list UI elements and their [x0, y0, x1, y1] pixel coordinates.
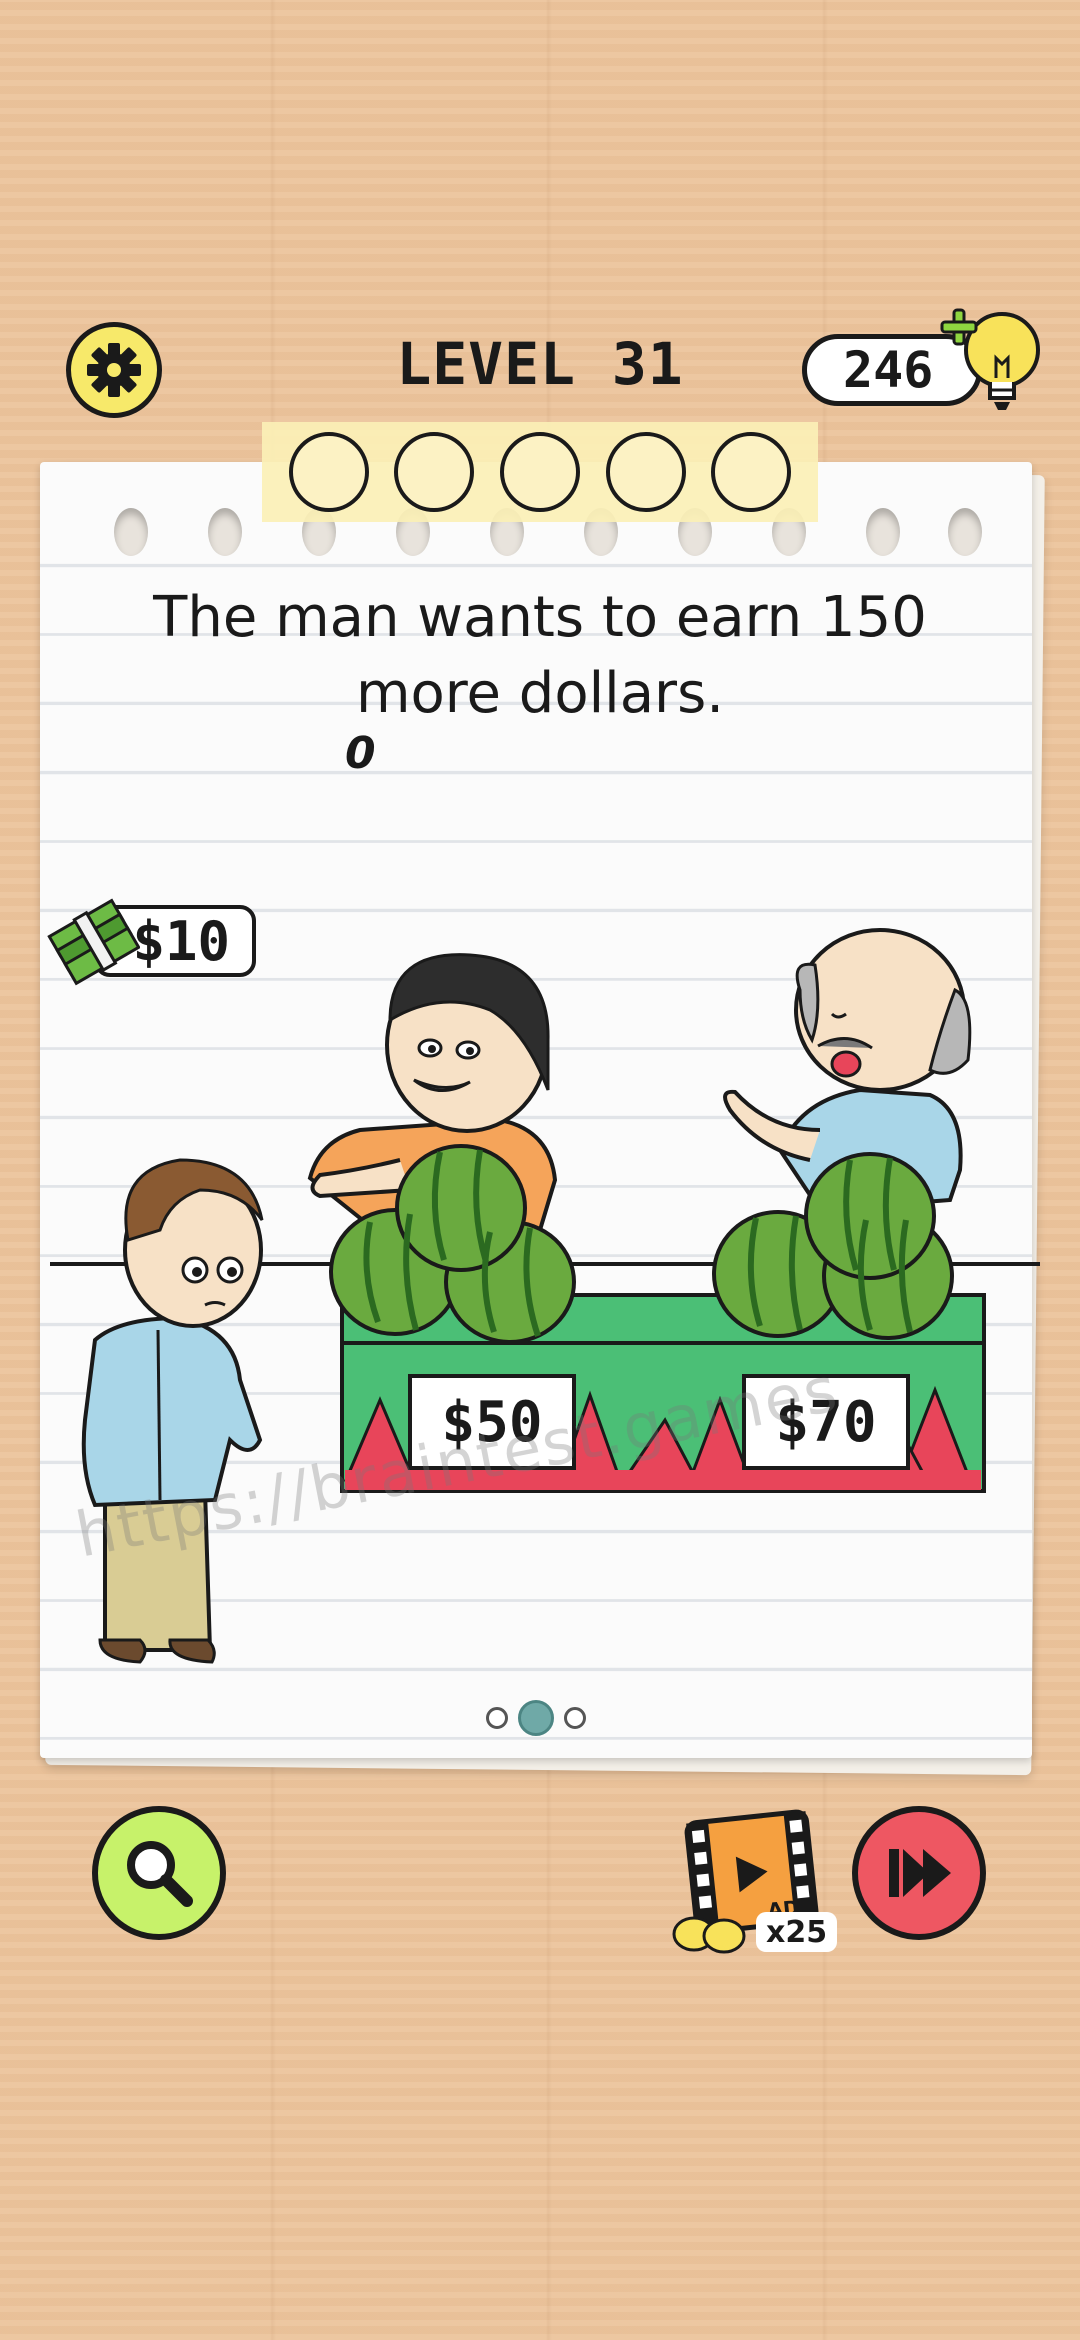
progress-step [605, 432, 686, 512]
binder-hole [208, 508, 242, 556]
binder-hole [866, 508, 900, 556]
hint-count: 246 [843, 341, 934, 399]
magnifier-icon [127, 1841, 193, 1907]
search-button[interactable] [92, 1806, 226, 1940]
progress-step [499, 432, 580, 512]
binder-hole [948, 508, 982, 556]
progress-tape [262, 422, 818, 522]
cash-stack-icon[interactable] [40, 880, 140, 990]
lightbulbs-icon [672, 1916, 746, 1954]
progress-step [288, 432, 369, 512]
fast-forward-icon [889, 1849, 951, 1897]
binder-hole [114, 508, 148, 556]
ad-hint-reward: x25 [756, 1912, 838, 1952]
page-dot-active[interactable] [518, 1700, 554, 1736]
skip-level-button[interactable] [852, 1806, 986, 1940]
page-dot[interactable] [486, 1707, 508, 1729]
puzzle-question: The man wants to earn 150 more dollars. [153, 585, 927, 726]
lightbulb-plus-icon[interactable] [940, 302, 1050, 422]
earnings-counter[interactable]: 0 [345, 728, 376, 779]
page-indicator [486, 1700, 586, 1736]
page-dot[interactable] [564, 1707, 586, 1729]
progress-step [711, 432, 792, 512]
wallet-amount: $10 [132, 909, 230, 973]
progress-step [394, 432, 475, 512]
